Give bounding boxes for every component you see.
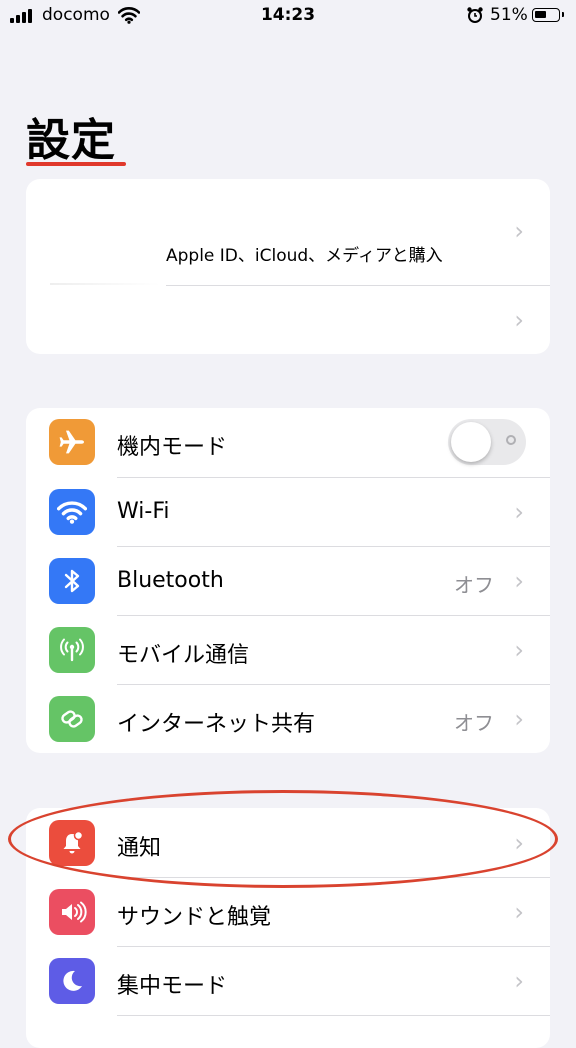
divider (117, 1015, 550, 1016)
profile-secondary-row[interactable]: › (26, 286, 550, 354)
connectivity-group: 機内モード Wi-Fi › Bluetooth オフ › モバイル通信 › イン… (26, 408, 550, 753)
title-underline-annotation (26, 162, 126, 166)
alarm-icon (467, 7, 483, 23)
bluetooth-icon (49, 558, 95, 604)
battery-icon (532, 8, 564, 22)
profile-group: Apple ID、iCloud、メディアと購入 › › (26, 179, 550, 354)
divider (50, 283, 160, 285)
settings-row-notifications[interactable]: 通知 › (26, 808, 550, 877)
battery-percent: 51% (490, 5, 528, 25)
settings-row-wifi[interactable]: Wi-Fi › (26, 478, 550, 546)
settings-row-label: サウンドと触覚 (117, 905, 272, 930)
settings-row-mobile-data[interactable]: モバイル通信 › (26, 616, 550, 684)
settings-row-value: オフ (454, 573, 494, 597)
link-icon (49, 696, 95, 742)
bell-badge-icon (49, 820, 95, 866)
settings-row-label: 集中モード (117, 974, 228, 999)
chevron-right-icon: › (514, 967, 524, 995)
chevron-right-icon: › (514, 829, 524, 857)
settings-row-label: 通知 (117, 836, 162, 861)
chevron-right-icon: › (514, 306, 524, 334)
chevron-right-icon: › (514, 705, 524, 733)
antenna-icon (49, 627, 95, 673)
chevron-right-icon: › (514, 636, 524, 664)
airplane-icon (49, 419, 95, 465)
speaker-icon (49, 889, 95, 935)
settings-row-label: インターネット共有 (117, 712, 316, 737)
settings-row-label: 機内モード (117, 435, 228, 460)
settings-row-personal-hotspot[interactable]: インターネット共有 オフ › (26, 685, 550, 753)
settings-row-sounds-haptics[interactable]: サウンドと触覚 › (26, 878, 550, 946)
wifi-icon (49, 489, 95, 535)
settings-row-focus[interactable]: 集中モード › (26, 947, 550, 1015)
chevron-right-icon: › (514, 217, 524, 245)
moon-icon (49, 958, 95, 1004)
airplane-mode-toggle[interactable] (448, 419, 526, 465)
settings-row-label: モバイル通信 (117, 643, 250, 668)
chevron-right-icon: › (514, 898, 524, 926)
settings-row-label: Wi-Fi (117, 499, 170, 524)
page-title: 設定 (26, 115, 116, 166)
settings-row-label: Bluetooth (117, 568, 224, 593)
status-bar: docomo 14:23 51% (0, 0, 576, 34)
settings-row-airplane-mode[interactable]: 機内モード (26, 408, 550, 477)
chevron-right-icon: › (514, 567, 524, 595)
notifications-group: 通知 › サウンドと触覚 › 集中モード › (26, 808, 550, 1048)
chevron-right-icon: › (514, 498, 524, 526)
apple-id-row[interactable]: Apple ID、iCloud、メディアと購入 › (26, 179, 550, 285)
settings-row-bluetooth[interactable]: Bluetooth オフ › (26, 547, 550, 615)
apple-id-label: Apple ID、iCloud、メディアと購入 (166, 246, 443, 266)
settings-row-value: オフ (454, 711, 494, 735)
